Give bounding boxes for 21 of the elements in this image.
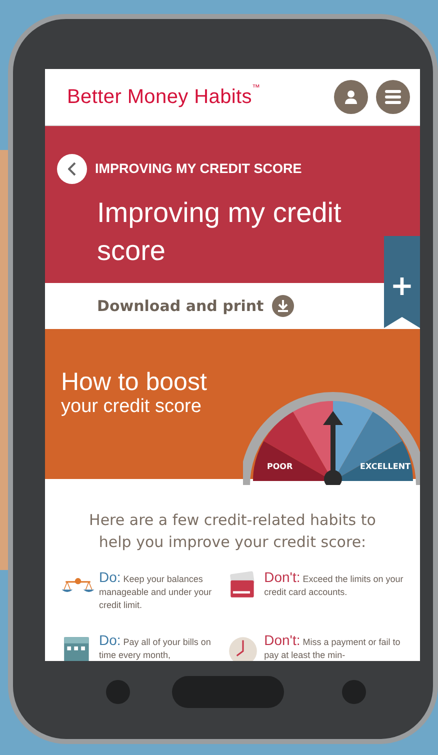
back-button[interactable] [57, 154, 87, 184]
intro-text: Here are a few credit-related habits to help you improve your credit score: [88, 510, 377, 553]
bookmark-button[interactable]: + [384, 236, 420, 328]
download-icon[interactable] [272, 295, 294, 317]
download-link[interactable]: Download and print [97, 294, 264, 318]
tip-text: Don't: Miss a payment or fail to pay at least the min- [264, 634, 402, 661]
chevron-left-icon [68, 162, 76, 176]
banner-title: How to boost [61, 369, 208, 396]
account-button[interactable] [334, 80, 368, 114]
page-title: Improving my credit score [97, 196, 342, 268]
gauge-label: EXCELLENT [360, 461, 410, 473]
tip-text: Don't: Exceed the limits on your credit card accounts. [264, 571, 404, 599]
person-icon [343, 89, 359, 105]
banner-subtitle: your credit score [61, 396, 202, 418]
menu-icon [385, 90, 401, 104]
breadcrumb: IMPROVING MY CREDIT SCORE [95, 160, 302, 178]
tip-text: Do: Keep your balances manageable and under your credit limit. [99, 571, 213, 612]
logo[interactable]: Better Money Habits™ [67, 82, 260, 112]
menu-button[interactable] [376, 80, 410, 114]
gauge-label: POOR [267, 461, 293, 473]
tip-text: Do: Pay all of your bills on time every month, [99, 634, 212, 661]
